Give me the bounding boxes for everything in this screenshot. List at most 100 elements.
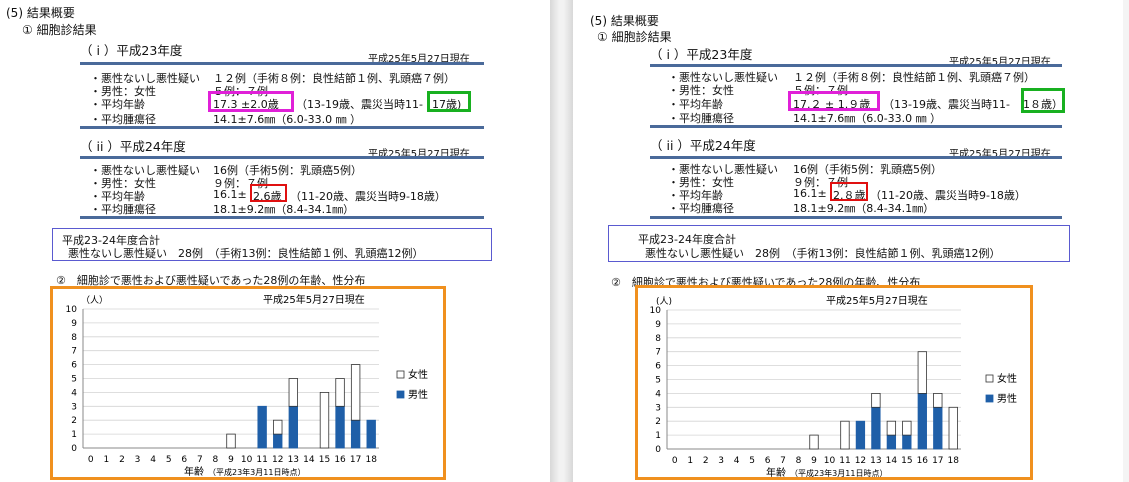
y-tick-label: 5	[71, 375, 77, 385]
x-axis-label: 年齢	[184, 465, 204, 477]
chart-frame: （人） 平成25年5月27日現在 0 1 2 3 4 5 6 7 8 9 10 0 1 2 3 4 5 6 7 8 9 10 1…	[50, 286, 446, 480]
h23-rule-bottom	[650, 125, 1062, 128]
bar-female	[809, 434, 819, 450]
y-tick-label: 1	[71, 430, 77, 440]
h23-row3-label: ・平均年齢	[90, 98, 145, 111]
y-tick-label: 8	[71, 333, 77, 343]
highlight-mean-age-h23	[208, 91, 294, 112]
x-tick-label: 9	[811, 456, 817, 466]
legend-label-female: 女性	[997, 372, 1017, 385]
bar-male	[886, 434, 897, 450]
legend-swatch-female	[396, 370, 405, 379]
y-tick-label: 1	[655, 431, 661, 441]
bar-female	[917, 351, 927, 394]
y-tick-label: 0	[71, 444, 77, 454]
bar-male	[273, 433, 283, 449]
x-axis-label: 年齢	[766, 466, 786, 477]
h24-rule-top	[650, 156, 1062, 159]
x-tick-label: 12	[272, 455, 283, 465]
bar-female	[288, 378, 299, 407]
y-tick-label: 8	[655, 334, 661, 344]
x-tick-label: 18	[365, 455, 377, 465]
y-tick-label: 0	[655, 445, 661, 455]
x-tick-label: 8	[796, 456, 802, 466]
x-tick-label: 4	[150, 455, 156, 465]
legend-swatch-male	[396, 390, 405, 399]
y-axis-unit-label: （人）	[81, 295, 108, 306]
x-tick-label: 0	[672, 456, 678, 466]
bar-male	[917, 393, 927, 450]
bar-female	[273, 419, 283, 435]
bar-male	[350, 419, 361, 449]
y-tick-label: 10	[66, 305, 78, 315]
x-tick-label: 17	[350, 455, 361, 465]
x-tick-label: 7	[780, 456, 786, 466]
bar-female	[933, 393, 943, 408]
highlight-age-upper-h23	[1021, 88, 1065, 113]
age-sex-bar-chart: (人) 平成25年5月27日現在0123456789100 1 2 3 4 5 6 7 8 9 10 1…	[650, 294, 1017, 477]
chart-date: 平成25年5月27日現在	[263, 293, 365, 306]
h24-rule-top	[80, 156, 484, 159]
bar-female	[335, 378, 345, 407]
y-tick-label: 7	[71, 347, 77, 357]
x-tick-label: 11	[839, 456, 850, 466]
bar-female	[886, 420, 897, 436]
bar-male	[288, 405, 299, 449]
x-tick-label: 10	[824, 456, 836, 466]
y-tick-label: 4	[655, 389, 661, 399]
x-tick-label: 15	[901, 456, 912, 466]
bar-female	[226, 433, 236, 449]
x-tick-label: 6	[765, 456, 771, 466]
x-tick-label: 3	[135, 455, 141, 465]
age-sex-bar-chart: （人） 平成25年5月27日現在0123456789100 1 2 3 4 5 6 7 8 9 10 1…	[66, 293, 428, 477]
h23-title: （ i ）平成23年度	[650, 47, 753, 62]
h24-rule-bottom	[80, 216, 484, 219]
section-title: (5) 結果概要	[590, 14, 659, 28]
h23-row4-label: ・平均腫瘍径	[90, 113, 156, 126]
h24-row4-value: 18.1±9.2㎜（8.4-34.1㎜）	[793, 202, 935, 215]
h24-title: （ ii ）平成24年度	[80, 139, 186, 154]
bar-female	[871, 393, 881, 408]
chart-frame: (人) 平成25年5月27日現在 0 1 2 3 4 5 6 7 8 9 10 0 1 2 3 4 5 6 7 8 9 10 1…	[635, 285, 1033, 480]
summary-line2: 悪性ないし悪性疑い 28例 （手術13例：良性結節１例、乳頭癌12例）	[645, 247, 1001, 260]
bar-female	[902, 420, 912, 436]
page-right: (5) 結果概要 ① 細胞診結果 （ i ）平成23年度 平成25年5月27日現…	[573, 0, 1123, 482]
h24-row4-value: 18.1±9.2㎜（8.4-34.1㎜）	[213, 203, 355, 216]
h23-row4-value: 14.1±7.6㎜（6.0-33.0 ㎜ ）	[213, 113, 362, 126]
x-tick-label: 13	[288, 455, 299, 465]
page-separator	[550, 0, 573, 482]
highlight-sd-h24	[250, 184, 287, 202]
h24-row3-mean: 16.1±	[213, 188, 247, 201]
x-tick-label: 2	[703, 456, 709, 466]
x-tick-label: 3	[718, 456, 724, 466]
bar-male	[871, 406, 881, 450]
h23-row4-label: ・平均腫瘍径	[668, 112, 734, 125]
y-tick-label: 6	[71, 361, 77, 371]
bar-male	[335, 405, 345, 449]
summary-line2: 悪性ないし悪性疑い 28例 （手術13例：良性結節１例、乳頭癌12例）	[68, 247, 424, 260]
x-tick-label: 17	[932, 456, 943, 466]
x-tick-label: 8	[213, 455, 219, 465]
subsection-title: ① 細胞診結果	[22, 23, 97, 37]
y-tick-label: 3	[71, 402, 77, 412]
x-tick-label: 5	[749, 456, 755, 466]
x-tick-label: 5	[166, 455, 172, 465]
highlight-mean-age-h23	[788, 91, 880, 111]
x-axis-label-note: （平成23年3月11日時点）	[790, 468, 887, 477]
y-tick-label: 6	[655, 362, 661, 372]
section-title: (5) 結果概要	[6, 6, 75, 20]
bar-male	[366, 419, 376, 449]
x-axis-label-note: （平成23年3月11日時点）	[208, 467, 305, 477]
h24-row3-mean: 16.1±	[793, 187, 827, 200]
legend-label-male: 男性	[408, 388, 428, 401]
x-tick-label: 2	[119, 455, 125, 465]
y-tick-label: 9	[71, 319, 77, 329]
x-tick-label: 18	[948, 456, 960, 466]
bar-female	[840, 420, 850, 450]
bar-female	[350, 364, 361, 421]
bar-male	[902, 434, 912, 450]
x-tick-label: 14	[886, 456, 898, 466]
h23-rule-top	[80, 62, 484, 65]
y-tick-label: 4	[71, 388, 77, 398]
legend-label-male: 男性	[997, 392, 1017, 405]
